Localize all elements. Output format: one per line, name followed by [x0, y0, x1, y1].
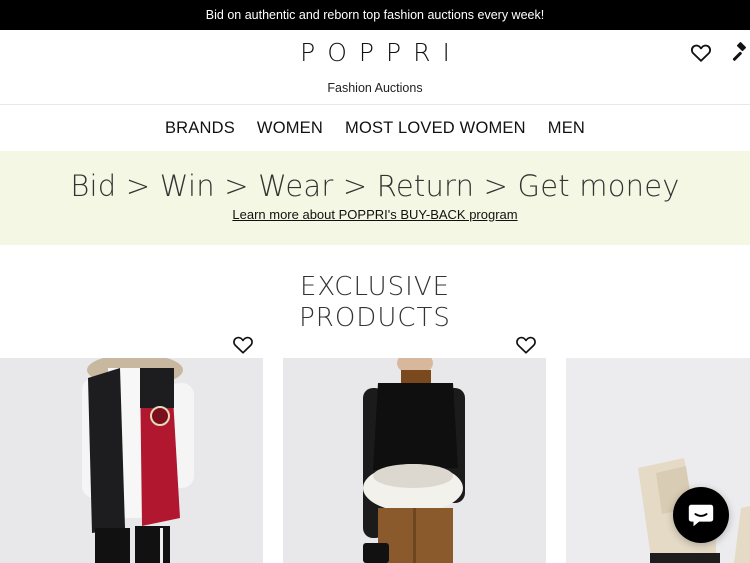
logo[interactable]: POPPRI [0, 38, 750, 67]
gavel-icon[interactable] [730, 42, 750, 64]
nav-item-brands[interactable]: BRANDS [165, 119, 235, 138]
announcement-bar: Bid on authentic and reborn top fashion … [0, 0, 750, 30]
nav-item-men[interactable]: MEN [548, 119, 585, 138]
section-title-line2: PRODUCTS [299, 303, 451, 329]
product-card-image[interactable] [283, 358, 546, 563]
chat-button[interactable] [673, 487, 729, 543]
main-nav: BRANDS WOMEN MOST LOVED WOMEN MEN [0, 105, 750, 151]
heart-icon[interactable] [515, 335, 537, 355]
heart-icon[interactable] [690, 42, 712, 64]
logo-subtitle: Fashion Auctions [327, 81, 423, 95]
nav-item-women[interactable]: WOMEN [257, 119, 323, 138]
product-card-image[interactable] [0, 358, 263, 563]
section-title-line1: EXCLUSIVE [299, 272, 451, 302]
buyback-banner: Bid > Win > Wear > Return > Get money Le… [0, 151, 750, 245]
site-header: POPPRI Fashion Auctions [0, 30, 750, 105]
chat-icon [688, 504, 714, 527]
logo-text: POPPRI [300, 38, 462, 67]
promo-headline: Bid > Win > Wear > Return > Get money [70, 169, 680, 203]
heart-icon[interactable] [232, 335, 254, 355]
nav-item-most-loved-women[interactable]: MOST LOVED WOMEN [345, 119, 526, 138]
announcement-text: Bid on authentic and reborn top fashion … [205, 8, 545, 22]
buyback-learn-more-link[interactable]: Learn more about POPPRI's BUY-BACK progr… [232, 207, 517, 222]
section-title: EXCLUSIVE PRODUCTS [0, 272, 750, 329]
